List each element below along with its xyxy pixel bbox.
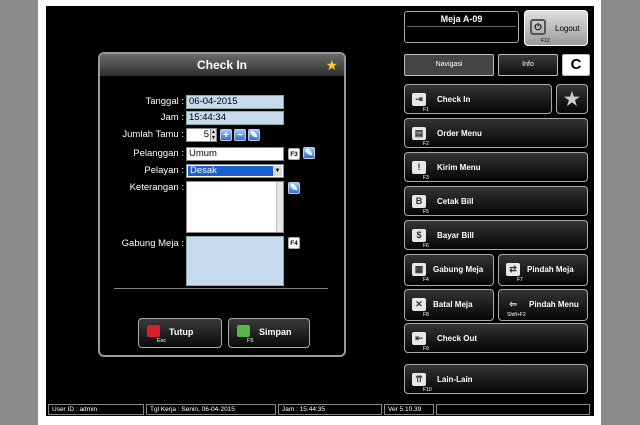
tanggal-label: Tanggal : [145,96,184,107]
nav-label: Cetak Bill [437,197,474,206]
pelayan-select[interactable]: Desak ▼ [186,164,284,178]
power-icon: ⏻ [530,19,546,35]
nav-cetak-bill[interactable]: B Cetak Bill F5 [404,186,588,216]
chevron-down-icon[interactable]: ▼ [273,166,282,176]
jam-field[interactable]: 15:44:34 [186,111,284,125]
nav-key: F5 [423,209,429,215]
nav-label: Order Menu [437,129,482,138]
minus-icon[interactable]: − [234,129,246,141]
merge-table-icon: ▦ [412,263,426,276]
check-in-dialog: Check In ★ Tanggal : 06-04-2015 Jam : 15… [98,52,346,357]
nav-key: F6 [423,243,429,249]
nav-batal-meja[interactable]: ✕ Batal Meja F8 [404,289,494,321]
logout-key: F12 [541,38,550,44]
nav-pindah-menu[interactable]: ⇦ Pindah Menu Shift+F2 [498,289,588,321]
status-empty [436,404,590,415]
simpan-key: F5 [247,338,254,344]
gabung-key-badge: F4 [288,237,300,249]
pelanggan-lookup-icon[interactable]: ✎ [303,147,315,159]
nav-check-in[interactable]: ⇥ Check In F1 [404,84,552,114]
simpan-label: Simpan [259,327,292,337]
gabung-meja-label: Gabung Meja : [121,238,184,249]
pay-bill-icon: $ [412,229,426,242]
nav-key: F8 [423,312,429,318]
other-icon: ⇈ [412,373,426,386]
textarea-scrollbar[interactable] [276,182,283,232]
nav-label: Pindah Menu [529,300,579,309]
nav-key: F3 [423,175,429,181]
nav-key: F1 [423,107,429,113]
tanggal-field[interactable]: 06-04-2015 [186,95,284,109]
status-tgl-kerja: Tgl Kerja : Senin, 06-04-2015 [146,404,276,415]
pelayan-label: Pelayan : [144,165,184,176]
status-jam: Jam : 15:44:35 [278,404,382,415]
jumlah-tamu-label: Jumlah Tamu : [122,129,184,140]
nav-label: Check In [437,95,471,104]
status-bar: User ID : admin Tgl Kerja : Senin, 06-04… [46,404,594,416]
logout-label: Logout [555,24,580,33]
nav-bayar-bill[interactable]: $ Bayar Bill F6 [404,220,588,250]
nav-label: Batal Meja [433,300,473,309]
tab-info[interactable]: Info [498,54,558,76]
send-icon: ! [412,161,426,174]
check-out-icon: ⇤ [412,332,426,345]
nav-key: F2 [423,141,429,147]
nav-label: Lain-Lain [437,375,473,384]
pos-screen: Check In ★ Tanggal : 06-04-2015 Jam : 15… [46,6,594,404]
favorite-star-icon[interactable]: ★ [556,84,588,114]
divider [114,288,328,289]
jam-label: Jam : [160,112,184,123]
status-user: User ID : admin [48,404,144,415]
nav-key: F7 [517,277,523,283]
nav-key: Shift+F2 [507,312,526,318]
save-icon [237,325,250,337]
print-bill-icon: B [412,195,426,208]
edit-icon[interactable]: ✎ [248,129,260,141]
nav-kirim-menu[interactable]: ! Kirim Menu F3 [404,152,588,182]
move-table-icon: ⇄ [506,263,520,276]
nav-label: Kirim Menu [437,163,481,172]
nav-label: Bayar Bill [437,231,474,240]
status-version: Ver 5.10.39 [384,404,434,415]
dialog-title: Check In [100,54,344,76]
pelanggan-field[interactable]: Umum [186,147,284,161]
star-icon[interactable]: ★ [325,57,338,74]
keterangan-label: Keterangan : [129,182,184,193]
gabung-meja-field[interactable] [186,236,284,286]
close-icon [147,325,160,337]
spinner-arrows-icon[interactable]: ▲ ▼ [210,128,217,142]
check-in-icon: ⇥ [412,93,426,106]
nav-label: Check Out [437,334,478,343]
plus-icon[interactable]: + [220,129,232,141]
nav-key: F10 [423,387,432,393]
keterangan-textarea[interactable] [186,181,284,233]
pelayan-selected-value: Desak [188,166,274,176]
table-info-box: Meja A-09 [404,11,519,43]
pelanggan-label: Pelanggan : [133,148,184,159]
nav-order-menu[interactable]: ▤ Order Menu F2 [404,118,588,148]
pelanggan-key-badge: F3 [288,148,300,160]
order-icon: ▤ [412,127,426,140]
nav-label: Pindah Meja [527,265,574,274]
nav-gabung-meja[interactable]: ▦ Gabung Meja F4 [404,254,494,286]
move-menu-icon: ⇦ [509,299,517,309]
tutup-label: Tutup [169,327,194,337]
tab-navigasi[interactable]: Navigasi [404,54,494,76]
nav-key: F4 [423,277,429,283]
table-name: Meja A-09 [440,14,483,24]
cancel-table-icon: ✕ [412,298,426,311]
clear-button[interactable]: C [562,54,590,76]
nav-lain-lain[interactable]: ⇈ Lain-Lain F10 [404,364,588,394]
nav-check-out[interactable]: ⇤ Check Out F9 [404,323,588,353]
logout-button[interactable]: ⏻ Logout F12 [524,10,588,46]
simpan-button[interactable]: Simpan F5 [228,318,310,348]
keterangan-edit-icon[interactable]: ✎ [288,182,300,194]
nav-label: Gabung Meja [433,265,484,274]
nav-pindah-meja[interactable]: ⇄ Pindah Meja F7 [498,254,588,286]
nav-key: F9 [423,346,429,352]
tutup-key: Esc [157,338,167,344]
table-divider [407,26,516,27]
tutup-button[interactable]: Tutup Esc [138,318,222,348]
